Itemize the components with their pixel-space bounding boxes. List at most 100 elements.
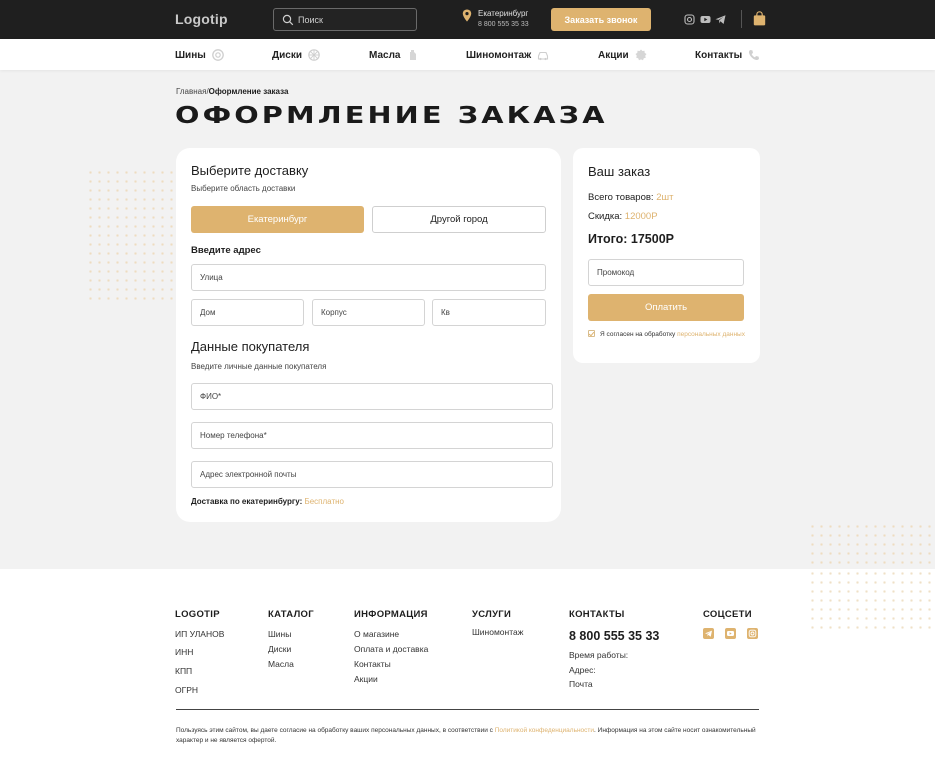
top-bar: Logotip Екатеринбург 8 800 555 35 33 Зак… [0, 0, 935, 39]
youtube-icon[interactable] [725, 628, 736, 639]
main-nav: Шины Диски Масла Шиномонтаж Акции Контак… [0, 39, 935, 70]
footer-social-title: СОЦСЕТИ [703, 609, 752, 620]
apartment-input[interactable] [432, 299, 546, 326]
nav-item-label: Шины [175, 49, 206, 61]
footer-brand-item: КПП [175, 666, 193, 676]
footer [0, 569, 935, 784]
decorative-dot-grid [808, 569, 935, 634]
tire-icon [211, 49, 224, 61]
nav-item-wheels[interactable]: Диски [272, 49, 320, 61]
footer-email: Почта [569, 679, 593, 689]
nav-item-label: Акции [598, 49, 629, 61]
free-delivery-label: Доставка по екатеринбургу: [191, 497, 303, 506]
telegram-icon[interactable] [715, 14, 726, 25]
header-divider [741, 10, 742, 28]
footer-divider [176, 709, 759, 710]
header-phone[interactable]: 8 800 555 35 33 [478, 21, 529, 28]
page-title: ОФОРМЛЕНИЕ ЗАКАЗА [175, 103, 608, 129]
instagram-icon[interactable] [684, 14, 695, 25]
callback-button[interactable]: Заказать звонок [551, 8, 651, 31]
items-count-value: 2шт [656, 192, 674, 203]
building-input[interactable] [312, 299, 425, 326]
car-service-icon [538, 51, 549, 61]
footer-brand-title: LOGOTIP [175, 609, 220, 620]
consent-text: Я согласен на обработку персональных дан… [600, 330, 750, 339]
legal-notice: Пользуясь этим сайтом, вы даете согласие… [176, 726, 761, 746]
footer-contacts-title: КОНТАКТЫ [569, 609, 625, 620]
city-label[interactable]: Екатеринбург [478, 9, 528, 18]
footer-brand-item: ИНН [175, 647, 194, 657]
search-box[interactable] [273, 8, 417, 31]
telegram-icon[interactable] [703, 628, 714, 639]
nav-item-label: Диски [272, 49, 302, 61]
footer-link-payment-delivery[interactable]: Оплата и доставка [354, 644, 428, 654]
full-name-input[interactable] [191, 383, 553, 410]
location-pin-icon [462, 9, 472, 22]
footer-link-contacts[interactable]: Контакты [354, 659, 391, 669]
delivery-title: Выберите доставку [191, 163, 309, 178]
nav-item-label: Контакты [695, 49, 743, 61]
delivery-option-ekaterinburg[interactable]: Екатеринбург [191, 206, 364, 233]
breadcrumb: Главная/Оформление заказа [176, 87, 288, 96]
decorative-dot-grid [86, 168, 176, 306]
phone-input[interactable] [191, 422, 553, 449]
delivery-subtitle: Выберите область доставки [191, 184, 296, 193]
footer-hours: Время работы: [569, 650, 629, 660]
nav-item-oils[interactable]: Масла [369, 49, 419, 61]
address-label: Введите адрес [191, 245, 261, 256]
nav-item-promotions[interactable]: Акции [598, 49, 647, 61]
footer-address: Адрес: [569, 665, 596, 675]
buyer-title: Данные покупателя [191, 339, 310, 354]
breadcrumb-home[interactable]: Главная/ [176, 87, 209, 96]
free-delivery-note: Доставка по екатеринбургу: Бесплатно [191, 497, 344, 506]
footer-phone[interactable]: 8 800 555 35 33 [569, 629, 659, 643]
search-input[interactable] [298, 12, 410, 28]
nav-item-contacts[interactable]: Контакты [695, 49, 760, 61]
footer-link-tires[interactable]: Шины [268, 629, 291, 639]
consent-label: Я согласен на обработку [600, 331, 676, 338]
footer-info-title: ИНФОРМАЦИЯ [354, 609, 428, 620]
free-delivery-value: Бесплатно [304, 497, 344, 506]
nav-item-tires[interactable]: Шины [175, 49, 224, 61]
footer-link-oils[interactable]: Масла [268, 659, 294, 669]
discount-label: Скидка: [588, 211, 623, 222]
footer-catalog-title: КАТАЛОГ [268, 609, 314, 620]
items-count: Всего товаров: 2шт [588, 192, 673, 203]
promo-code-input[interactable] [588, 259, 744, 286]
privacy-policy-link[interactable]: Политикой конфеденциальности [495, 727, 594, 734]
phone-icon [749, 50, 760, 61]
order-total: Итого: 17500Р [588, 232, 674, 246]
breadcrumb-current: Оформление заказа [208, 87, 289, 96]
discount-value: 12000Р [624, 211, 658, 222]
legal-text-before: Пользуясь этим сайтом, вы даете согласие… [176, 727, 495, 734]
footer-link-about[interactable]: О магазине [354, 629, 399, 639]
footer-link-tire-service[interactable]: Шиномонтаж [472, 627, 523, 637]
consent-checkbox[interactable] [588, 330, 595, 337]
footer-brand-item: ОГРН [175, 685, 199, 695]
discount-badge-icon [635, 49, 647, 61]
pay-button[interactable]: Оплатить [588, 294, 744, 321]
youtube-icon[interactable] [700, 14, 711, 25]
items-count-label: Всего товаров: [588, 192, 654, 203]
nav-item-label: Масла [369, 49, 401, 61]
nav-item-label: Шиномонтаж [466, 49, 532, 61]
logo[interactable]: Logotip [175, 11, 228, 27]
discount: Скидка: 12000Р [588, 211, 658, 222]
footer-link-wheels[interactable]: Диски [268, 644, 291, 654]
delivery-option-other-city[interactable]: Другой город [372, 206, 546, 233]
order-title: Ваш заказ [588, 164, 651, 179]
house-input[interactable] [191, 299, 304, 326]
email-input[interactable] [191, 461, 553, 488]
buyer-subtitle: Введите личные данные покупателя [191, 362, 327, 371]
footer-services-title: УСЛУГИ [472, 609, 512, 620]
footer-link-promotions[interactable]: Акции [354, 674, 378, 684]
search-icon [282, 14, 294, 26]
footer-brand-item: ИП УЛАНОВ [175, 629, 225, 639]
shopping-bag-icon[interactable] [753, 11, 766, 26]
nav-item-tire-service[interactable]: Шиномонтаж [466, 49, 549, 61]
consent-link[interactable]: персональных данных [677, 331, 745, 338]
wheel-icon [308, 49, 320, 61]
oil-can-icon [409, 50, 416, 60]
instagram-icon[interactable] [747, 628, 758, 639]
street-input[interactable] [191, 264, 546, 291]
